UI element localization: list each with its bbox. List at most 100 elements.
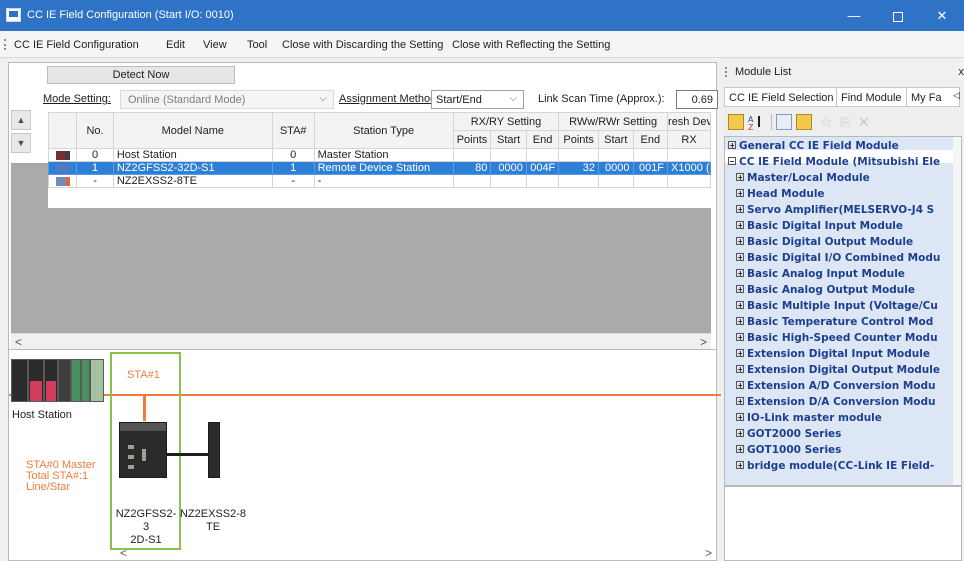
table-cell-rx-points[interactable] [452, 148, 492, 162]
scroll-left-icon[interactable]: < [15, 335, 22, 349]
menu-tool[interactable]: Tool [247, 39, 267, 51]
tree-item[interactable]: Extension D/A Conversion Modu [736, 396, 935, 408]
column-header-model[interactable]: Model Name [112, 112, 273, 149]
table-cell-refresh[interactable] [667, 148, 711, 162]
expand-icon[interactable] [728, 141, 736, 149]
table-cell-rw-start [598, 174, 634, 188]
app-icon [6, 8, 21, 22]
expand-icon[interactable] [736, 269, 744, 277]
move-up-button[interactable]: ▲ [11, 110, 31, 130]
tree-item[interactable]: General CC IE Field Module [728, 140, 899, 152]
table-cell-rw-start[interactable]: 0000 [598, 161, 634, 175]
tree-item[interactable]: bridge module(CC-Link IE Field- [736, 460, 934, 472]
expand-icon[interactable] [736, 445, 744, 453]
tree-item[interactable]: Basic Digital Output Module [736, 236, 913, 248]
collapse-all-icon[interactable] [776, 114, 792, 130]
menu-view[interactable]: View [203, 39, 227, 51]
table-cell-type[interactable]: Remote Device Station [313, 161, 454, 175]
close-button[interactable]: ✕ [920, 0, 964, 31]
tree-item[interactable]: CC IE Field Module (Mitsubishi Ele [728, 156, 940, 168]
tree-item[interactable]: Extension Digital Input Module [736, 348, 930, 360]
collapse-icon[interactable] [728, 157, 736, 165]
expand-icon[interactable] [736, 285, 744, 293]
menu-close-discard[interactable]: Close with Discarding the Setting [282, 39, 443, 51]
tab-find-module[interactable]: Find Module [836, 87, 907, 107]
expand-icon[interactable] [736, 253, 744, 261]
expand-icon[interactable] [736, 221, 744, 229]
add-favorite-icon[interactable]: ⎘ [840, 114, 856, 130]
column-header-no[interactable]: No. [76, 112, 114, 149]
expand-icon[interactable] [736, 397, 744, 405]
scroll-right-icon[interactable]: > [700, 335, 707, 349]
table-row[interactable]: - NZ2EXSS2-8TE - - [47, 174, 711, 188]
table-cell-rx-start[interactable] [490, 148, 527, 162]
scroll-right-icon[interactable]: > [705, 546, 712, 560]
table-cell-rw-points[interactable] [558, 148, 600, 162]
detect-now-button[interactable]: Detect Now [47, 66, 235, 84]
table-horizontal-scrollbar[interactable]: < > [11, 333, 711, 350]
expand-icon[interactable] [736, 205, 744, 213]
table-cell-rw-start[interactable] [598, 148, 634, 162]
table-cell-refresh[interactable]: X1000 (( [667, 161, 711, 175]
sort-category-icon[interactable] [728, 114, 744, 130]
tab-cc-ie-field-selection[interactable]: CC IE Field Selection [724, 87, 839, 107]
favorite-star-icon[interactable]: ☆ [820, 114, 836, 130]
assignment-method-select[interactable]: Start/End ⌵ [431, 90, 524, 109]
expand-icon[interactable] [736, 333, 744, 341]
menu-cc-ie-field-configuration[interactable]: CC IE Field Configuration [14, 39, 139, 51]
expand-icon[interactable] [736, 429, 744, 437]
expand-icon[interactable] [736, 301, 744, 309]
tree-item[interactable]: Master/Local Module [736, 172, 870, 184]
tree-item[interactable]: Extension A/D Conversion Modu [736, 380, 935, 392]
host-station-icon[interactable] [11, 359, 104, 402]
expand-icon[interactable] [736, 189, 744, 197]
minimize-button[interactable]: — [832, 0, 876, 31]
table-cell-sta[interactable]: 1 [271, 161, 315, 175]
expand-icon[interactable] [736, 365, 744, 373]
sort-az-icon[interactable]: AZ [748, 114, 764, 132]
extension-module-icon[interactable] [208, 422, 220, 478]
tree-item[interactable]: Servo Amplifier(MELSERVO-J4 S [736, 204, 934, 216]
expand-icon[interactable] [736, 461, 744, 469]
expand-icon[interactable] [736, 381, 744, 389]
expand-icon[interactable] [736, 349, 744, 357]
column-header-station-type[interactable]: Station Type [313, 112, 454, 149]
mode-setting-select[interactable]: Online (Standard Mode) ⌵ [120, 90, 334, 109]
column-header-sta[interactable]: STA# [271, 112, 315, 149]
tree-item[interactable]: Head Module [736, 188, 825, 200]
expand-icon[interactable] [736, 237, 744, 245]
tree-item[interactable]: Basic Analog Output Module [736, 284, 915, 296]
expand-all-icon[interactable] [796, 114, 812, 130]
maximize-button[interactable] [876, 0, 920, 31]
diagram-horizontal-scrollbar[interactable]: < > [110, 546, 716, 560]
menu-close-reflect[interactable]: Close with Reflecting the Setting [452, 39, 610, 51]
tree-item[interactable]: Basic High-Speed Counter Modu [736, 332, 938, 344]
table-row[interactable]: 1 NZ2GFSS2-32D-S1 1 Remote Device Statio… [47, 161, 711, 175]
tree-item[interactable]: Extension Digital Output Module [736, 364, 940, 376]
tree-item[interactable]: Basic Multiple Input (Voltage/Cu [736, 300, 938, 312]
expand-icon[interactable] [736, 317, 744, 325]
expand-icon[interactable] [736, 173, 744, 181]
module-list-close[interactable]: x [959, 66, 964, 78]
remote-device-module-icon[interactable] [119, 422, 167, 478]
scroll-left-icon[interactable]: < [120, 546, 127, 560]
tree-item[interactable]: GOT2000 Series [736, 428, 841, 440]
tree-item[interactable]: Basic Analog Input Module [736, 268, 905, 280]
move-down-button[interactable]: ▼ [11, 133, 31, 153]
menu-edit[interactable]: Edit [166, 39, 185, 51]
tree-item[interactable]: Basic Temperature Control Mod [736, 316, 933, 328]
tab-scroll-arrow-icon[interactable]: ◁ [953, 90, 960, 101]
table-cell-rx-points[interactable]: 80 [452, 161, 492, 175]
tree-item[interactable]: Basic Digital Input Module [736, 220, 903, 232]
table-cell-rw-points[interactable]: 32 [558, 161, 600, 175]
tree-item[interactable]: IO-Link master module [736, 412, 882, 424]
rack-network-slot [71, 359, 81, 402]
tree-vertical-scrollbar[interactable] [953, 137, 961, 485]
table-cell-rx-start[interactable]: 0000 [490, 161, 527, 175]
tab-my-favorites[interactable]: My Fa [906, 87, 960, 107]
delete-icon[interactable]: ✕ [858, 114, 874, 130]
tree-item[interactable]: Basic Digital I/O Combined Modu [736, 252, 940, 264]
expand-icon[interactable] [736, 413, 744, 421]
table-row[interactable]: 0 Host Station 0 Master Station [47, 148, 711, 162]
tree-item[interactable]: GOT1000 Series [736, 444, 841, 456]
